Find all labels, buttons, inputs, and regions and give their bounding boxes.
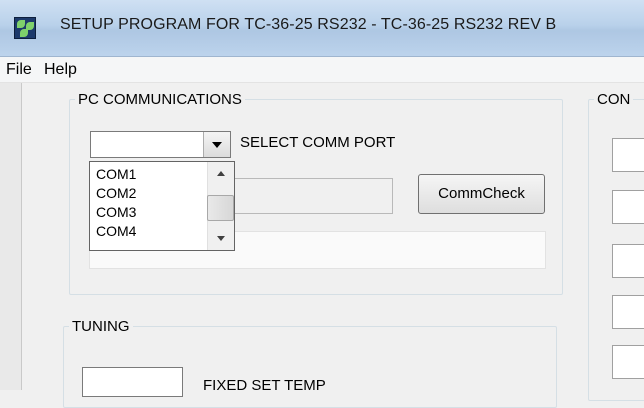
chevron-down-icon [212, 142, 222, 148]
menu-bar [0, 57, 644, 83]
config-field-1[interactable] [612, 138, 644, 172]
fixed-set-temp-label: FIXED SET TEMP [203, 377, 326, 394]
comm-port-dropdown-button[interactable] [203, 132, 230, 157]
scrollbar-thumb[interactable] [207, 195, 234, 221]
menu-file[interactable]: File [6, 61, 32, 79]
list-item-com1[interactable]: COM1 [96, 166, 136, 182]
right-group-legend: CON [597, 91, 631, 108]
menu-help[interactable]: Help [44, 61, 77, 79]
config-field-3[interactable] [612, 244, 644, 278]
list-item-com4[interactable]: COM4 [96, 223, 136, 239]
left-panel-edge [0, 83, 22, 390]
config-field-5[interactable] [612, 345, 644, 379]
config-field-4[interactable] [612, 295, 644, 329]
commcheck-button[interactable]: CommCheck [418, 174, 545, 214]
app-icon [14, 17, 36, 39]
fixed-set-temp-input[interactable] [82, 367, 183, 397]
pc-communications-legend: PC COMMUNICATIONS [78, 91, 242, 108]
scroll-up-icon[interactable] [217, 171, 225, 176]
tuning-legend: TUNING [72, 318, 130, 335]
window-title: SETUP PROGRAM FOR TC-36-25 RS232 - TC-36… [60, 16, 557, 33]
select-comm-port-label: SELECT COMM PORT [240, 134, 396, 151]
scroll-down-icon[interactable] [217, 236, 225, 241]
list-item-com2[interactable]: COM2 [96, 185, 136, 201]
list-item-com3[interactable]: COM3 [96, 204, 136, 220]
config-field-2[interactable] [612, 190, 644, 224]
